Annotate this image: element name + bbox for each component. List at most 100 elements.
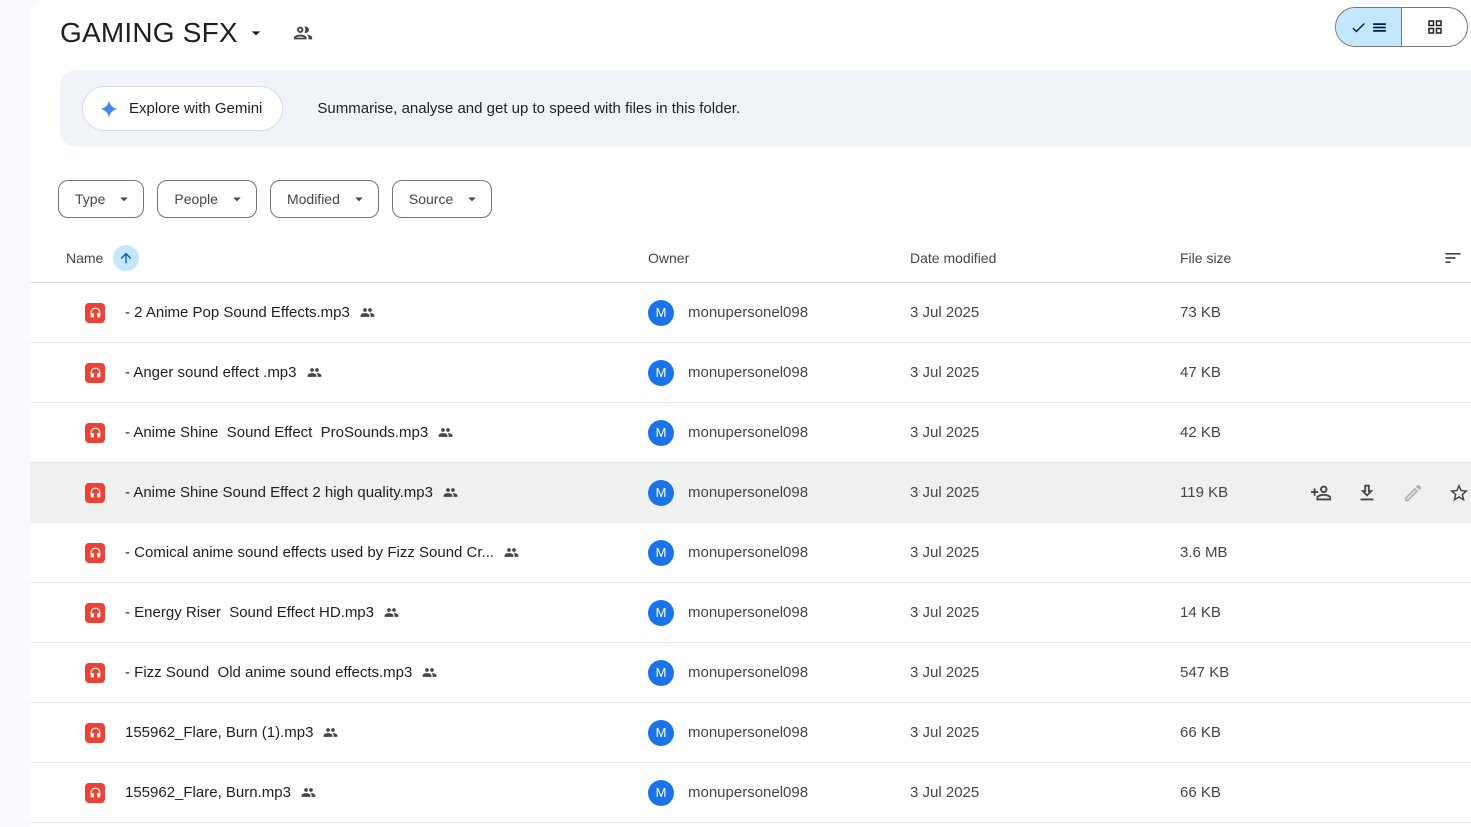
date-modified-cell: 3 Jul 2025 xyxy=(910,364,1180,381)
owner-cell: M monupersonel098 xyxy=(648,360,910,386)
shared-people-icon xyxy=(504,545,519,560)
file-size-cell: 547 KB xyxy=(1180,664,1310,681)
column-header-name[interactable]: Name xyxy=(30,245,648,271)
folder-shared-icon[interactable] xyxy=(292,22,314,44)
owner-name: monupersonel098 xyxy=(688,304,808,321)
file-size-cell: 73 KB xyxy=(1180,304,1310,321)
owner-name: monupersonel098 xyxy=(688,784,808,801)
share-button[interactable] xyxy=(1310,482,1332,504)
audio-file-icon xyxy=(85,363,105,383)
rename-button[interactable] xyxy=(1402,482,1424,504)
list-view-button[interactable] xyxy=(1336,8,1401,46)
date-modified-cell: 3 Jul 2025 xyxy=(910,424,1180,441)
owner-avatar: M xyxy=(648,660,674,686)
file-name-cell: 155962_Flare, Burn (1).mp3 xyxy=(125,724,648,741)
owner-cell: M monupersonel098 xyxy=(648,540,910,566)
gemini-star-icon xyxy=(99,99,119,119)
download-button[interactable] xyxy=(1356,482,1378,504)
row-actions xyxy=(1310,482,1471,504)
audio-file-icon xyxy=(85,663,105,683)
file-size-cell: 66 KB xyxy=(1180,784,1310,801)
file-size-cell: 3.6 MB xyxy=(1180,544,1310,561)
owner-avatar: M xyxy=(648,480,674,506)
file-name: 155962_Flare, Burn (1).mp3 xyxy=(125,724,313,741)
file-type-cell xyxy=(30,723,125,743)
filter-modified[interactable]: Modified xyxy=(270,180,379,218)
file-name-cell: - Comical anime sound effects used by Fi… xyxy=(125,544,648,561)
shared-people-icon xyxy=(384,605,399,620)
owner-name: monupersonel098 xyxy=(688,484,808,501)
view-toggle xyxy=(1335,7,1468,47)
folder-title[interactable]: GAMING SFX xyxy=(60,17,238,49)
owner-cell: M monupersonel098 xyxy=(648,600,910,626)
owner-avatar: M xyxy=(648,360,674,386)
date-modified-cell: 3 Jul 2025 xyxy=(910,784,1180,801)
file-name: - Energy Riser Sound Effect HD.mp3 xyxy=(125,604,374,621)
list-settings-button[interactable] xyxy=(1310,248,1471,268)
audio-file-icon xyxy=(85,603,105,623)
date-modified-cell: 3 Jul 2025 xyxy=(910,664,1180,681)
chevron-down-icon xyxy=(228,190,246,208)
filter-source[interactable]: Source xyxy=(392,180,492,218)
file-row[interactable]: - Anime Shine Sound Effect 2 high qualit… xyxy=(30,463,1471,523)
filter-type[interactable]: Type xyxy=(58,180,144,218)
owner-avatar: M xyxy=(648,600,674,626)
column-header-owner[interactable]: Owner xyxy=(648,250,910,266)
file-row[interactable]: - 2 Anime Pop Sound Effects.mp3 M monupe… xyxy=(30,283,1471,343)
audio-file-icon xyxy=(85,483,105,503)
file-name-cell: - Anime Shine Sound Effect ProSounds.mp3 xyxy=(125,424,648,441)
owner-avatar: M xyxy=(648,780,674,806)
grid-view-button[interactable] xyxy=(1401,8,1467,46)
file-row[interactable]: - Anime Shine Sound Effect ProSounds.mp3… xyxy=(30,403,1471,463)
drive-content-panel: GAMING SFX xyxy=(30,0,1471,827)
explore-gemini-label: Explore with Gemini xyxy=(129,100,262,117)
sort-options-icon xyxy=(1443,248,1463,268)
filter-modified-label: Modified xyxy=(287,191,340,207)
owner-name: monupersonel098 xyxy=(688,604,808,621)
file-type-cell xyxy=(30,303,125,323)
sort-ascending-icon[interactable] xyxy=(113,245,139,271)
file-name: - Anger sound effect .mp3 xyxy=(125,364,297,381)
grid-view-icon xyxy=(1426,18,1444,36)
owner-cell: M monupersonel098 xyxy=(648,420,910,446)
owner-cell: M monupersonel098 xyxy=(648,780,910,806)
file-name-cell: - Anger sound effect .mp3 xyxy=(125,364,648,381)
shared-people-icon xyxy=(438,425,453,440)
file-row[interactable]: - Anger sound effect .mp3 M monupersonel… xyxy=(30,343,1471,403)
gemini-banner-text: Summarise, analyse and get up to speed w… xyxy=(317,100,740,117)
file-name-cell: - 2 Anime Pop Sound Effects.mp3 xyxy=(125,304,648,321)
folder-dropdown-icon[interactable] xyxy=(246,23,266,43)
file-row[interactable]: 155962_Flare, Burn.mp3 M monupersonel098… xyxy=(30,763,1471,823)
file-type-cell xyxy=(30,783,125,803)
file-row[interactable]: - Fizz Sound Old anime sound effects.mp3… xyxy=(30,643,1471,703)
shared-people-icon xyxy=(443,485,458,500)
audio-file-icon xyxy=(85,543,105,563)
file-name: - Fizz Sound Old anime sound effects.mp3 xyxy=(125,664,412,681)
chevron-down-icon xyxy=(115,190,133,208)
star-button[interactable] xyxy=(1448,482,1470,504)
file-name-cell: - Anime Shine Sound Effect 2 high qualit… xyxy=(125,484,648,501)
owner-name: monupersonel098 xyxy=(688,364,808,381)
explore-gemini-button[interactable]: Explore with Gemini xyxy=(82,86,283,131)
shared-people-icon xyxy=(323,725,338,740)
file-row[interactable]: 155962_Flare, Burn (1).mp3 M monupersone… xyxy=(30,703,1471,763)
owner-cell: M monupersonel098 xyxy=(648,720,910,746)
filter-people[interactable]: People xyxy=(157,180,257,218)
owner-name: monupersonel098 xyxy=(688,664,808,681)
column-name-label: Name xyxy=(66,250,103,266)
chevron-down-icon xyxy=(350,190,368,208)
file-type-cell xyxy=(30,423,125,443)
column-header-size[interactable]: File size xyxy=(1180,250,1310,266)
owner-avatar: M xyxy=(648,300,674,326)
chevron-down-icon xyxy=(463,190,481,208)
file-row[interactable]: - Energy Riser Sound Effect HD.mp3 M mon… xyxy=(30,583,1471,643)
file-name: - Anime Shine Sound Effect ProSounds.mp3 xyxy=(125,424,428,441)
date-modified-cell: 3 Jul 2025 xyxy=(910,724,1180,741)
file-row[interactable]: - Comical anime sound effects used by Fi… xyxy=(30,523,1471,583)
check-icon xyxy=(1350,19,1367,36)
file-name-cell: - Fizz Sound Old anime sound effects.mp3 xyxy=(125,664,648,681)
filter-people-label: People xyxy=(174,191,218,207)
file-name: 155962_Flare, Burn.mp3 xyxy=(125,784,291,801)
owner-name: monupersonel098 xyxy=(688,424,808,441)
column-header-modified[interactable]: Date modified xyxy=(910,250,1180,266)
